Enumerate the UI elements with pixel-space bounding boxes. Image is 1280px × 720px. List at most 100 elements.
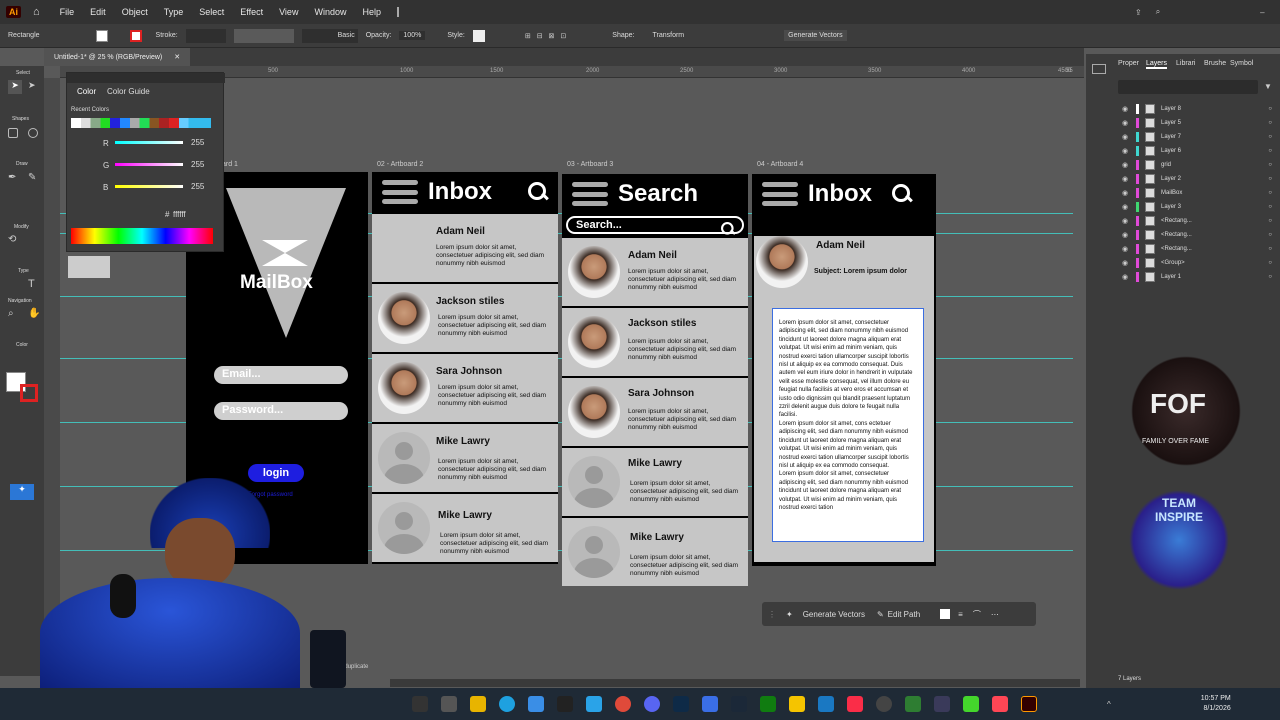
transform-button[interactable]: Transform (652, 32, 684, 39)
fill-swatch[interactable] (95, 29, 108, 42)
drag-handle[interactable]: ⋮ (768, 610, 776, 619)
rectangle-tool-icon[interactable] (8, 128, 18, 138)
target-circle-icon[interactable]: ○ (1268, 246, 1272, 252)
ellipse-tool-icon[interactable] (28, 128, 38, 138)
obs-icon[interactable] (876, 696, 892, 712)
vpn-icon[interactable] (702, 696, 718, 712)
stroke-swatch[interactable] (129, 29, 142, 42)
app-icon[interactable] (934, 696, 950, 712)
share-icon[interactable]: ⇪ (1135, 8, 1142, 17)
visibility-eye-icon[interactable]: ◉ (1122, 217, 1130, 225)
list-item[interactable]: Mike Lawry Lorem ipsum dolor sit amet, c… (372, 494, 558, 564)
more-icon[interactable]: ⋯ (991, 610, 999, 619)
visibility-eye-icon[interactable]: ◉ (1122, 161, 1130, 169)
chrome-icon[interactable] (615, 696, 631, 712)
xbox-icon[interactable] (760, 696, 776, 712)
selection-tool-icon[interactable]: ➤ (8, 80, 22, 94)
artboard-3[interactable]: Search Search... Adam Neil Lorem ipsum d… (562, 174, 748, 586)
list-item[interactable]: Jackson stiles Lorem ipsum dolor sit ame… (562, 308, 748, 378)
tab-properties[interactable]: Proper (1118, 60, 1139, 67)
target-circle-icon[interactable]: ○ (1268, 162, 1272, 168)
pen-tool-icon[interactable]: ✒ (8, 172, 16, 183)
cloud-icon[interactable] (586, 696, 602, 712)
layer-row[interactable]: ◉ Layer 6 ○ (1122, 144, 1272, 158)
menu-file[interactable]: File (60, 7, 75, 17)
layer-row[interactable]: ◉ <Rectang... ○ (1122, 228, 1272, 242)
green-slider[interactable] (115, 163, 183, 166)
visibility-eye-icon[interactable]: ◉ (1122, 273, 1130, 281)
layer-row[interactable]: ◉ Layer 1 ○ (1122, 270, 1272, 284)
list-item[interactable]: Mike Lawry Lorem ipsum dolor sit amet, c… (562, 448, 748, 518)
layer-row[interactable]: ◉ Layer 2 ○ (1122, 172, 1272, 186)
square-icon[interactable] (940, 609, 951, 619)
menu-window[interactable]: Window (314, 7, 346, 17)
visibility-eye-icon[interactable]: ◉ (1122, 133, 1130, 141)
align-icons[interactable]: ⊞⊟⊠⊡ (525, 32, 572, 40)
terminal-icon[interactable] (905, 696, 921, 712)
target-circle-icon[interactable]: ○ (1268, 232, 1272, 238)
target-circle-icon[interactable]: ○ (1268, 106, 1272, 112)
layer-row[interactable]: ◉ <Rectang... ○ (1122, 242, 1272, 256)
list-item[interactable]: Mike Lawry Lorem ipsum dolor sit amet, c… (372, 424, 558, 494)
generate-vectors-icon[interactable]: ✦ (786, 610, 793, 619)
list-item[interactable]: Jackson stiles Lorem ipsum dolor sit ame… (372, 284, 558, 354)
properties-collapsed-icon[interactable] (1092, 64, 1106, 74)
layer-row[interactable]: ◉ Layer 7 ○ (1122, 130, 1272, 144)
visibility-eye-icon[interactable]: ◉ (1122, 175, 1130, 183)
menu-type[interactable]: Type (164, 7, 184, 17)
target-circle-icon[interactable]: ○ (1268, 190, 1272, 196)
music-icon[interactable] (847, 696, 863, 712)
horizontal-scrollbar[interactable] (390, 679, 1080, 687)
minimize-button[interactable]: – (1260, 8, 1264, 17)
razer-icon[interactable] (963, 696, 979, 712)
target-circle-icon[interactable]: ○ (1268, 134, 1272, 140)
generate-vectors-button[interactable]: Generate Vectors (784, 30, 847, 41)
tab-brushes[interactable]: Brushe (1204, 60, 1226, 67)
home-icon[interactable]: ⌂ (33, 6, 40, 18)
visibility-eye-icon[interactable]: ◉ (1122, 245, 1130, 253)
recent-colors-swatches[interactable] (71, 118, 211, 128)
message-body[interactable]: Lorem ipsum dolor sit amet, consectetuer… (772, 308, 924, 542)
visibility-eye-icon[interactable]: ◉ (1122, 189, 1130, 197)
menu-edit[interactable]: Edit (90, 7, 106, 17)
search-icon[interactable] (892, 184, 912, 204)
target-circle-icon[interactable]: ○ (1268, 260, 1272, 266)
illustrator-icon[interactable] (1021, 696, 1037, 712)
layers-search-input[interactable] (1118, 80, 1258, 94)
visibility-eye-icon[interactable]: ◉ (1122, 119, 1130, 127)
variable-width-field[interactable] (233, 28, 294, 43)
search-icon[interactable]: ⌕ (1156, 7, 1160, 17)
layer-row[interactable]: ◉ Layer 5 ○ (1122, 116, 1272, 130)
align-icon[interactable]: ≡ (958, 610, 963, 619)
artboard-4[interactable]: Inbox Adam Neil Subject: Lorem ipsum dol… (752, 174, 936, 566)
target-circle-icon[interactable]: ○ (1268, 120, 1272, 126)
password-field[interactable]: Password... (214, 402, 348, 420)
brush-tool-icon[interactable]: ✎ (28, 172, 36, 183)
style-swatch[interactable] (472, 29, 485, 42)
type-tool-icon[interactable]: T (28, 278, 35, 290)
generate-vectors-button[interactable]: Generate Vectors (803, 610, 865, 619)
clock[interactable]: 10:57 PM 8/1/2026 (1201, 694, 1231, 714)
list-item[interactable]: Adam Neil Lorem ipsum dolor sit amet, co… (562, 238, 748, 308)
visibility-eye-icon[interactable]: ◉ (1122, 203, 1130, 211)
link-icon[interactable] (818, 696, 834, 712)
zoom-tool-icon[interactable]: ⌕ (8, 308, 14, 319)
opacity-field[interactable]: 100% (399, 31, 426, 40)
layer-row[interactable]: ◉ Layer 8 ○ (1122, 102, 1272, 116)
layer-row[interactable]: ◉ MailBox ○ (1122, 186, 1272, 200)
brush-definition[interactable]: Basic (301, 28, 358, 43)
visibility-eye-icon[interactable]: ◉ (1122, 259, 1130, 267)
layer-row[interactable]: ◉ grid ○ (1122, 158, 1272, 172)
rockstar-icon[interactable] (789, 696, 805, 712)
filter-icon[interactable]: ▼ (1264, 82, 1272, 91)
document-tab[interactable]: Untitled-1* @ 25 % (RGB/Preview) ✕ (44, 48, 191, 66)
steam-icon[interactable] (731, 696, 747, 712)
stroke-weight-field[interactable] (185, 28, 226, 43)
target-circle-icon[interactable]: ○ (1268, 274, 1272, 280)
layer-row[interactable]: ◉ <Group> ○ (1122, 256, 1272, 270)
blue-slider[interactable] (115, 185, 183, 188)
menu-select[interactable]: Select (199, 7, 224, 17)
hex-field[interactable]: ffffff (173, 210, 186, 219)
tray-chevron-icon[interactable]: ^ (1107, 700, 1111, 709)
direct-selection-tool-icon[interactable]: ➤ (28, 80, 36, 91)
